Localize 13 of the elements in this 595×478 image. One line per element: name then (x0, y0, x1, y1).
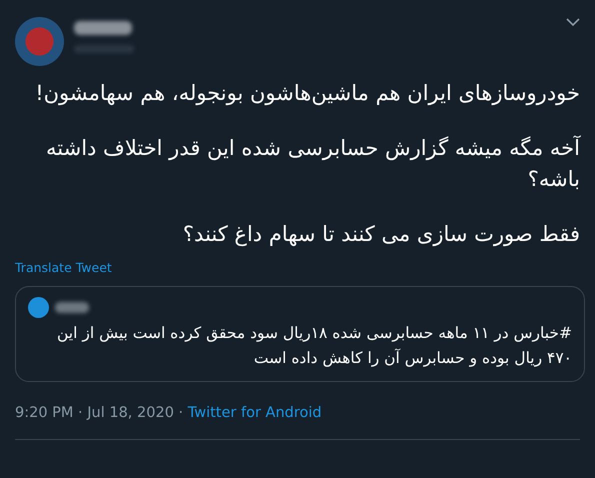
blurred-name (74, 21, 132, 35)
tweet-paragraph: آخه مگه میشه گزارش حسابرسی شده این قدر اختلاف داشته باشه؟ (45, 134, 580, 193)
source-link[interactable]: Twitter for Android (188, 405, 322, 421)
avatar-image[interactable] (15, 17, 64, 66)
chevron-down-icon[interactable] (566, 18, 580, 27)
tweet-paragraph: خودروسازهای ایران هم ماشین‌هاشون بونجوله، هم سهامشون! (34, 80, 580, 108)
translate-link[interactable]: Translate Tweet (15, 260, 112, 275)
tweet-paragraph: فقط صورت سازی می کنند تا سهام داغ کنند؟ (182, 221, 580, 248)
quoted-tweet-text: #خبارس در ۱۱ ماهه حسابرسی شده ۱۸ریال سود محقق کرده است بیش از این ۴۷۰ ریال بوده و حسابرس آن را کاهش داده است (56, 323, 572, 369)
quoted-avatar (28, 297, 49, 318)
quoted-tweet-card[interactable]: #خبارس در ۱۱ ماهه حسابرسی شده ۱۸ریال سود محقق کرده است بیش از این ۴۷۰ ریال بوده و حسابرس آن را کاهش داده است (15, 286, 585, 382)
tweet-timestamp: 9:20 PM · Jul 18, 2020 · (15, 405, 184, 421)
blurred-name (55, 302, 89, 313)
